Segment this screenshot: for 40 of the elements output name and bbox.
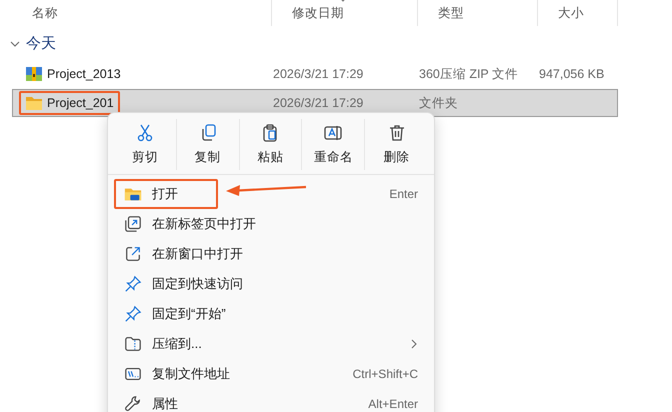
new-tab-icon (124, 215, 142, 233)
file-name: Project_2013 (19, 62, 127, 86)
shortcut-label: Ctrl+Shift+C (352, 367, 418, 381)
date-cell-text: 2026/3/21 17:29 (273, 67, 364, 81)
copy-button[interactable]: 复制 (176, 119, 240, 170)
rename-icon (323, 123, 344, 143)
menu-item[interactable]: 在新标签页中打开 (114, 209, 428, 239)
wrench-icon (124, 395, 142, 412)
type-cell-text: 文件夹 (419, 94, 459, 112)
file-row[interactable]: Project_201 2026/3/21 17:29 文件夹 (12, 89, 618, 117)
pin-icon (124, 305, 142, 323)
shortcut-label: Enter (389, 187, 418, 201)
file-row[interactable]: Project_2013 2026/3/21 17:29 360压缩 ZIP 文件 947,056 KB (12, 60, 618, 88)
column-header[interactable]: 大小 (558, 4, 584, 22)
file-name: Project_201 (19, 91, 120, 115)
cut-button[interactable]: 剪切 (114, 119, 177, 170)
collapse-toggle[interactable] (10, 38, 20, 48)
chevron-icon (10, 38, 20, 48)
menu-item[interactable]: 固定到快速访问 (114, 269, 428, 299)
folder-icon (25, 95, 43, 111)
date-cell-text: 2026/3/21 17:29 (273, 96, 364, 110)
shortcut-label: Alt+Enter (368, 397, 418, 411)
size-cell-text: 947,056 KB (539, 67, 606, 81)
delete-button[interactable]: 删除 (365, 119, 428, 170)
pin-icon (124, 275, 142, 293)
new-window-icon (124, 245, 142, 263)
column-header[interactable]: 名称 (32, 4, 58, 22)
menu-item[interactable]: 在新窗口中打开 (114, 239, 428, 269)
zip-folder-icon (124, 335, 142, 353)
type-cell-text: 360压缩 ZIP 文件 (419, 66, 520, 82)
menu-item[interactable]: 打开 (114, 179, 218, 209)
group-label: 今天 (26, 34, 56, 53)
archive-icon (25, 66, 43, 82)
menu-item[interactable]: 固定到“开始” (114, 299, 428, 329)
paste-button[interactable]: 粘贴 (240, 119, 302, 170)
column-header[interactable]: 修改日期 (292, 4, 344, 22)
menu-item[interactable]: 压缩到... (114, 329, 428, 359)
column-header[interactable]: 类型 (438, 4, 464, 22)
path-icon (124, 365, 142, 383)
rename-button[interactable]: 重命名 (302, 119, 366, 170)
